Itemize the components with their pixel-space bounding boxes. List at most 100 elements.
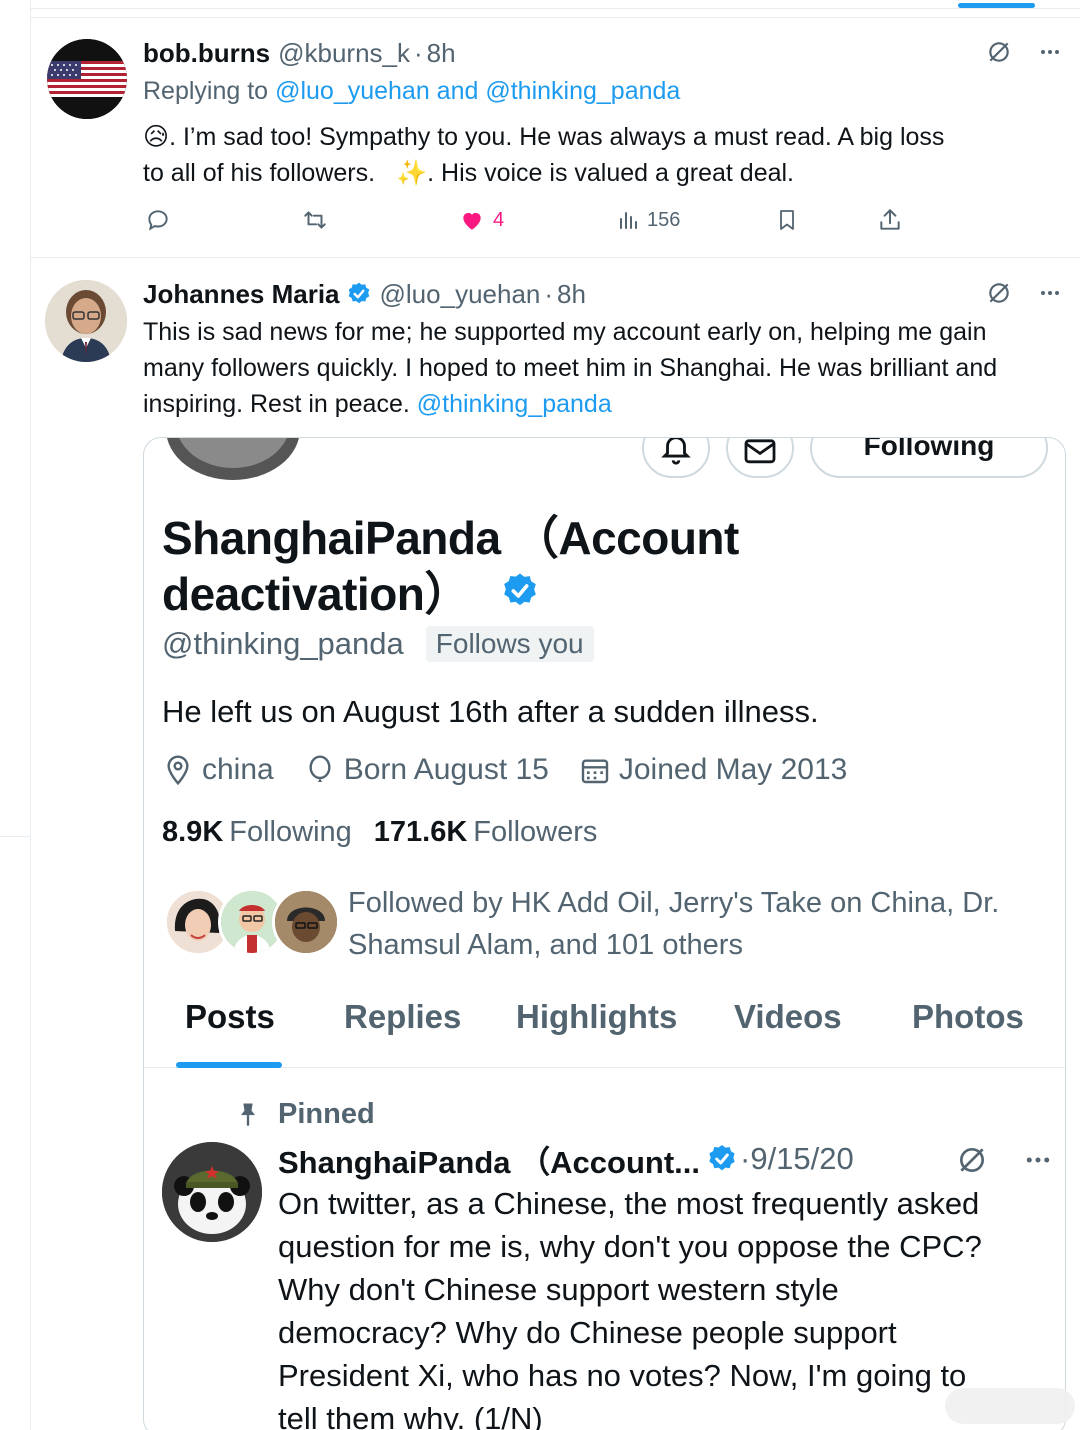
separator-dot: · [740,1141,751,1176]
share-icon [880,209,900,230]
followed-by-line: Followed by HK Add Oil, Jerry's Take on … [348,887,1000,919]
mention-link[interactable]: @thinking_panda [417,390,612,418]
pinned-text-line: tell them why. (1/N) [278,1401,543,1430]
pinned-text-line: question for me is, why don't you oppose… [278,1229,982,1264]
calendar-icon [581,759,609,784]
views-button[interactable]: 156 [617,207,680,233]
pinned-text-line: President Xi, who has no votes? Now, I'm… [278,1358,967,1393]
bell-plus-icon [661,438,691,465]
follows-you-badge: Follows you [425,626,594,662]
following-count[interactable]: 8.9K [162,816,223,849]
profile-avatar-partial [166,438,300,480]
tweet-text: This is sad news for me; he supported my… [143,314,1080,422]
tweet-time[interactable]: 8h [427,38,456,69]
tweet-text-line: . His voice is valued a great deal. [427,159,794,187]
tab-videos[interactable]: Videos [734,998,842,1036]
pinned-author-avatar[interactable] [162,1142,262,1242]
separator-dot: · [414,37,423,68]
heart-icon [463,212,481,230]
like-count: 4 [493,208,505,231]
verified-badge-icon [504,573,536,606]
tab-posts[interactable]: Posts [185,998,275,1036]
like-button[interactable]: 4 [459,207,504,233]
author-name[interactable]: bob.burns [143,38,270,69]
grok-icon[interactable] [956,1144,988,1176]
pinned-text-line: Why don't Chinese support western style [278,1272,839,1307]
pinned-author-name[interactable]: ShanghaiPanda （Account... [278,1137,700,1182]
follower-avatar-3 [272,888,340,956]
following-button[interactable]: Following [810,437,1048,478]
tweet-text-line: to all of his followers. [143,159,376,187]
profile-tabs: Posts Replies Highlights Videos Photos [144,978,1065,1068]
tweet-text-line: inspiring. Rest in peace. [143,390,410,418]
reply-icon [148,210,168,231]
pinned-tweet-text: On twitter, as a Chinese, the most frequ… [278,1182,982,1430]
followers-label[interactable]: Followers [473,816,597,849]
sidebar-divider [0,836,30,837]
message-button[interactable] [726,438,794,478]
more-options-icon[interactable] [1038,40,1062,64]
views-chart-icon [620,212,637,229]
more-options-icon[interactable] [1022,1145,1054,1175]
avatar-bob-burns[interactable] [47,39,127,119]
tab-highlights[interactable]: Highlights [516,998,677,1036]
profile-name-line2: deactivation） [162,568,470,620]
author-name[interactable]: Johannes Maria [143,279,340,310]
followed-by-text[interactable]: Followed by HK Add Oil, Jerry's Take on … [348,882,999,966]
profile-location: china [202,753,274,786]
tweet-text-line: . I’m sad too! Sympathy to you. He was a… [169,123,945,151]
followers-count[interactable]: 171.6K [374,816,468,849]
followed-by-line: Shamsul Alam, and 101 others [348,929,743,961]
tweet-text: 😥. I’m sad too! Sympathy to you. He was … [143,119,1073,191]
active-tab-underline [176,1062,282,1068]
bookmark-button[interactable] [775,207,799,233]
notifications-button[interactable] [642,438,710,478]
profile-joined: Joined May 2013 [618,753,848,786]
pin-icon [241,1103,255,1126]
grok-icon[interactable] [986,39,1012,65]
panda-avatar-image [162,1142,262,1242]
more-options-icon[interactable] [1038,281,1062,305]
pinned-label: Pinned [278,1097,375,1130]
retweet-icon [304,211,326,229]
replying-to-link[interactable]: @luo_yuehan and @thinking_panda [275,77,680,106]
grok-icon[interactable] [986,280,1012,306]
profile-name-line2-wrap: deactivation） [162,558,540,624]
following-button-label: Following [863,437,995,461]
envelope-icon [744,439,776,464]
tab-photos[interactable]: Photos [912,998,1024,1036]
share-button[interactable] [877,207,903,233]
verified-badge-icon [709,1145,735,1171]
pinned-date[interactable]: 9/15/20 [750,1141,853,1177]
tweet-text-line: many followers quickly. I hoped to meet … [143,354,998,382]
top-divider [30,8,1080,9]
pinned-text-line: On twitter, as a Chinese, the most frequ… [278,1186,980,1221]
tweet-time[interactable]: 8h [557,279,586,310]
reply-button[interactable] [145,207,171,233]
following-label[interactable]: Following [229,816,352,849]
profile-handle: @thinking_panda [162,626,404,661]
profile-birthday: Born August 15 [343,753,549,786]
verified-badge-icon [348,282,369,304]
watermark-pill [945,1388,1075,1424]
retweet-button[interactable] [301,207,329,233]
tab-replies[interactable]: Replies [344,998,461,1036]
tweet-text-line: This is sad news for me; he supported my… [143,318,987,346]
bookmark-icon [780,210,794,230]
author-handle[interactable]: @kburns_k [278,38,410,69]
flag-avatar-image [47,39,127,119]
views-count: 156 [647,208,681,231]
replying-prefix: Replying to [143,76,269,105]
author-handle[interactable]: @luo_yuehan [380,279,541,310]
active-tab-indicator [958,3,1035,8]
location-pin-icon [167,755,189,786]
pinned-text-line: democracy? Why do Chinese people support [278,1315,897,1350]
embedded-profile-image[interactable]: Following ShanghaiPanda （Account deactiv… [143,437,1066,1430]
tweet-bob-burns[interactable]: bob.burns @kburns_k · 8h Replying to @lu… [31,17,1080,257]
profile-bio: He left us on August 16th after a sudden… [162,694,819,729]
avatar-johannes-maria[interactable] [45,280,127,362]
balloon-icon [309,755,331,782]
sad-emoji-icon: 😥 [143,123,170,151]
sparkles-emoji-icon: ✨ [396,159,428,187]
separator-dot: · [544,278,554,309]
